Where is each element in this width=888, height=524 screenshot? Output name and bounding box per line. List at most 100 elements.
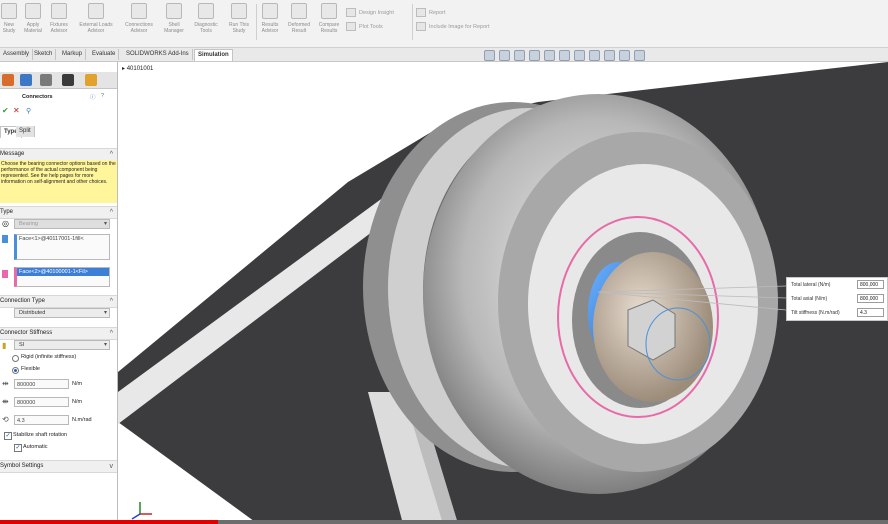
new-study-button[interactable]: New Study xyxy=(0,3,18,43)
run-icon xyxy=(231,3,247,19)
compare-results-button[interactable]: Compare Results xyxy=(316,3,342,43)
tilt-stiffness-input[interactable]: 4.3 xyxy=(14,415,69,425)
tilt-unit: N.m/rad xyxy=(72,417,92,423)
material-icon xyxy=(25,3,41,19)
property-manager-panel: Connectors ⓘ ? ✔ ✕ ⚲ Type Split Message ^… xyxy=(0,62,118,524)
ribbon-separator xyxy=(412,4,413,40)
view-orientation-icon[interactable] xyxy=(544,50,555,61)
type-select[interactable]: Bearing xyxy=(14,219,110,229)
triad-z-axis xyxy=(131,513,141,520)
tab-simulation[interactable]: Simulation xyxy=(194,49,233,61)
callout-label: Tilt stiffness (N.m/rad) xyxy=(791,310,840,316)
feature-manager-tab-icon[interactable] xyxy=(2,74,14,86)
plot-tools-button[interactable]: Plot Tools xyxy=(346,22,383,31)
previous-view-icon[interactable] xyxy=(514,50,525,61)
design-insight-button[interactable]: Design Insight xyxy=(346,8,394,17)
heads-up-view-toolbar xyxy=(484,50,645,62)
shell-manager-button[interactable]: Shell Manager xyxy=(161,3,187,43)
connection-type-section-header[interactable]: Connection Type ^ xyxy=(0,295,117,308)
zoom-to-fit-icon[interactable] xyxy=(484,50,495,61)
cancel-x-icon[interactable]: ✕ xyxy=(13,106,20,115)
stiffness-callout: Total lateral (N/m) 800,000 Total axial … xyxy=(786,277,888,321)
apply-scene-icon[interactable] xyxy=(604,50,615,61)
command-manager-tabs: Assembly Sketch Markup Evaluate SOLIDWOR… xyxy=(0,48,888,62)
results-advisor-button[interactable]: Results Advisor xyxy=(258,3,282,43)
connection-icon xyxy=(131,3,147,19)
configuration-manager-tab-icon[interactable] xyxy=(40,74,52,86)
monitor-icon[interactable] xyxy=(634,50,645,61)
symbol-settings-section-header[interactable]: Symbol Settings v xyxy=(0,460,117,473)
ok-check-icon[interactable]: ✔ xyxy=(2,106,9,115)
face-selection-icon xyxy=(2,235,8,243)
face1-selection-box[interactable]: Face<1>@40117001-1fill< xyxy=(14,234,110,260)
callout-value[interactable]: 800,000 xyxy=(857,280,884,289)
view-settings-icon[interactable] xyxy=(619,50,630,61)
connections-advisor-button[interactable]: Connections Advisor xyxy=(120,3,158,43)
dimxpert-tab-icon[interactable] xyxy=(62,74,74,86)
expand-icon[interactable]: v xyxy=(110,461,114,472)
flexible-radio[interactable] xyxy=(12,367,19,374)
collapse-icon[interactable]: ^ xyxy=(110,149,113,160)
results-icon xyxy=(262,3,278,19)
tree-root-item[interactable]: ▸ 40101001 xyxy=(122,65,153,72)
new-study-icon xyxy=(1,3,17,19)
report-button[interactable]: Report xyxy=(416,8,446,17)
face2-selected-item[interactable]: Face<2>@40100001-1<Fil> xyxy=(17,268,109,276)
design-insight-icon xyxy=(346,8,356,17)
lateral-stiffness-input[interactable]: 800000 xyxy=(14,379,69,389)
tab-solidworks-add-ins[interactable]: SOLIDWORKS Add-Ins xyxy=(123,49,193,60)
graphics-area[interactable]: ▸ 40101001 xyxy=(118,62,888,524)
tree-root-label: 40101001 xyxy=(126,66,154,72)
face2-selection-box[interactable]: Face<2>@40100001-1<Fil> xyxy=(14,267,110,287)
diagnostic-tools-button[interactable]: Diagnostic Tools xyxy=(191,3,221,43)
flexible-label: Flexible xyxy=(21,366,40,372)
question-icon[interactable]: ? xyxy=(101,93,104,99)
display-style-icon[interactable] xyxy=(559,50,570,61)
axial-stiffness-input[interactable]: 800000 xyxy=(14,397,69,407)
automatic-label: Automatic xyxy=(23,444,48,450)
report-icon xyxy=(416,8,426,17)
collapse-icon[interactable]: ^ xyxy=(110,207,113,218)
display-manager-tab-icon[interactable] xyxy=(85,74,97,86)
callout-value[interactable]: 800,000 xyxy=(857,294,884,303)
rigid-radio[interactable] xyxy=(12,355,19,362)
fixtures-advisor-button[interactable]: Fixtures Advisor xyxy=(47,3,71,43)
model-render xyxy=(118,62,888,524)
stabilize-shaft-checkbox[interactable]: ✓ xyxy=(4,432,12,440)
face-selection-icon xyxy=(2,270,8,278)
hide-show-items-icon[interactable] xyxy=(574,50,585,61)
help-icon[interactable]: ⓘ xyxy=(90,93,96,101)
camera-icon xyxy=(416,22,426,31)
tab-split[interactable]: Split xyxy=(16,126,35,137)
callout-label: Total lateral (N/m) xyxy=(791,282,831,288)
tab-assembly[interactable]: Assembly xyxy=(0,49,34,60)
deformed-result-button[interactable]: Deformed Result xyxy=(285,3,313,43)
automatic-checkbox[interactable]: ✓ xyxy=(14,444,22,452)
edit-appearance-icon[interactable] xyxy=(589,50,600,61)
tilt-stiffness-icon: ⟲ xyxy=(2,415,9,424)
external-loads-advisor-button[interactable]: External Loads Advisor xyxy=(75,3,117,43)
compare-icon xyxy=(321,3,337,19)
zoom-to-area-icon[interactable] xyxy=(499,50,510,61)
property-manager-tab-icon[interactable] xyxy=(20,74,32,86)
tab-markup[interactable]: Markup xyxy=(59,49,87,60)
deformed-icon xyxy=(291,3,307,19)
tab-sketch[interactable]: Sketch xyxy=(31,49,57,60)
type-section-header[interactable]: Type ^ xyxy=(0,206,117,219)
connector-stiffness-section-header[interactable]: Connector Stiffness ^ xyxy=(0,327,117,340)
lateral-unit: N/m xyxy=(72,381,83,387)
collapse-icon[interactable]: ^ xyxy=(110,328,113,339)
include-image-button[interactable]: Include Image for Report xyxy=(416,22,490,31)
tab-evaluate[interactable]: Evaluate xyxy=(89,49,120,60)
apply-material-button[interactable]: Apply Material xyxy=(22,3,44,43)
section-view-icon[interactable] xyxy=(529,50,540,61)
callout-value[interactable]: 4.3 xyxy=(857,308,884,317)
run-this-study-button[interactable]: Run This Study xyxy=(225,3,253,43)
rigid-label: Rigid (infinite stiffness) xyxy=(21,354,77,360)
message-text: Choose the bearing connector options bas… xyxy=(0,160,117,203)
unit-system-select[interactable]: SI xyxy=(14,340,110,350)
pushpin-icon[interactable]: ⚲ xyxy=(26,107,31,115)
connection-type-select[interactable]: Distributed xyxy=(14,308,110,318)
collapse-icon[interactable]: ^ xyxy=(110,296,113,307)
unit-icon: ▮ xyxy=(2,341,7,350)
